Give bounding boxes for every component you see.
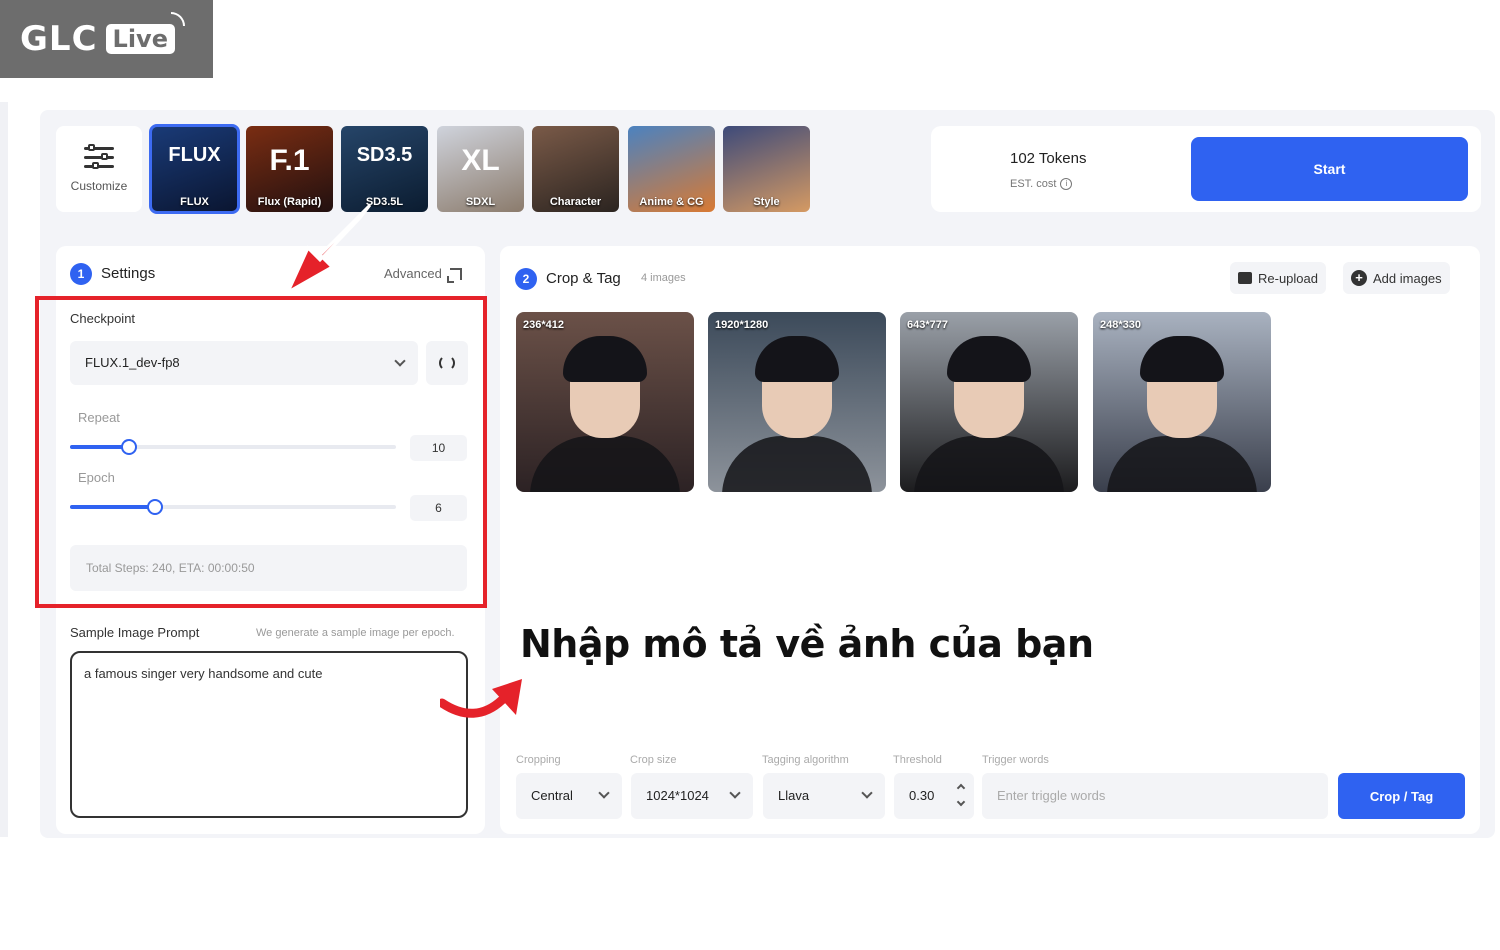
model-logo: SD3.5 bbox=[356, 144, 413, 166]
customize-button[interactable]: Customize bbox=[56, 126, 142, 212]
portrait-hair bbox=[947, 336, 1031, 382]
crop-tag-title: Crop & Tag bbox=[546, 270, 621, 287]
start-button[interactable]: Start bbox=[1191, 137, 1468, 201]
cropping-select[interactable]: Central bbox=[516, 773, 622, 819]
upload-icon bbox=[1238, 272, 1252, 284]
advanced-toggle[interactable]: Advanced bbox=[384, 266, 462, 283]
step-badge: 1 bbox=[70, 263, 92, 285]
model-label: Character bbox=[549, 196, 602, 208]
wifi-icon bbox=[170, 12, 185, 26]
annotation-caption: Nhập mô tả về ảnh của bạn bbox=[520, 622, 1094, 666]
threshold-label: Threshold bbox=[893, 754, 942, 766]
model-tile[interactable]: Character bbox=[532, 126, 619, 212]
image-thumbnail[interactable]: 236*412 bbox=[516, 312, 694, 492]
highlight-annotation bbox=[35, 296, 487, 608]
watermark-logo: GLC Live bbox=[0, 0, 213, 78]
annotation-arrow-icon bbox=[284, 203, 372, 296]
reupload-button[interactable]: Re-upload bbox=[1230, 262, 1326, 294]
page-edge bbox=[0, 102, 8, 837]
tagging-select[interactable]: Llava bbox=[763, 773, 885, 819]
est-cost: EST. cost i bbox=[1010, 178, 1073, 190]
image-thumbnail[interactable]: 643*777 bbox=[900, 312, 1078, 492]
chevron-down-icon[interactable] bbox=[956, 797, 966, 807]
curved-arrow-icon bbox=[440, 679, 522, 718]
token-count: 102 Tokens bbox=[1010, 150, 1087, 167]
customize-label: Customize bbox=[70, 179, 128, 193]
model-logo: F.1 bbox=[269, 144, 310, 177]
image-dimensions: 643*777 bbox=[907, 319, 948, 331]
model-tile[interactable]: FLUX FLUX bbox=[149, 124, 240, 214]
image-dimensions: 248*330 bbox=[1100, 319, 1141, 331]
settings-title: Settings bbox=[101, 265, 156, 282]
portrait-body bbox=[530, 436, 680, 492]
chevron-down-icon bbox=[861, 787, 873, 799]
model-tile[interactable]: XL SDXL bbox=[437, 126, 524, 212]
image-count: 4 images bbox=[641, 272, 686, 284]
logo-brand: GLC bbox=[20, 19, 98, 59]
threshold-input[interactable]: 0.30 bbox=[894, 773, 974, 819]
trigger-words-input[interactable]: Enter triggle words bbox=[982, 773, 1328, 819]
model-label: Style bbox=[753, 196, 780, 208]
image-thumbnail[interactable]: 1920*1280 bbox=[708, 312, 886, 492]
plus-icon: + bbox=[1351, 270, 1367, 286]
trigger-words-label: Trigger words bbox=[982, 754, 1049, 766]
chevron-up-icon[interactable] bbox=[956, 783, 966, 793]
sample-prompt-label: Sample Image Prompt bbox=[70, 625, 200, 640]
model-label: SDXL bbox=[465, 196, 496, 208]
cropping-label: Cropping bbox=[516, 754, 561, 766]
sample-prompt-input[interactable]: a famous singer very handsome and cute bbox=[70, 651, 468, 818]
logo-badge: Live bbox=[105, 12, 185, 54]
step-badge: 2 bbox=[515, 268, 537, 290]
model-label: Anime & CG bbox=[639, 196, 704, 208]
expand-icon bbox=[446, 267, 462, 283]
model-label: FLUX bbox=[180, 196, 209, 208]
model-tile[interactable]: Style bbox=[723, 126, 810, 212]
portrait-body bbox=[722, 436, 872, 492]
crop-tag-button[interactable]: Crop / Tag bbox=[1338, 773, 1465, 819]
info-icon[interactable]: i bbox=[1060, 178, 1073, 190]
tagging-label: Tagging algorithm bbox=[762, 754, 849, 766]
model-logo: XL bbox=[461, 144, 500, 177]
crop-size-select[interactable]: 1024*1024 bbox=[631, 773, 753, 819]
model-tile[interactable]: Anime & CG bbox=[628, 126, 715, 212]
portrait-hair bbox=[1140, 336, 1224, 382]
portrait-body bbox=[914, 436, 1064, 492]
image-dimensions: 236*412 bbox=[523, 319, 564, 331]
portrait-hair bbox=[755, 336, 839, 382]
image-thumbnail[interactable]: 248*330 bbox=[1093, 312, 1271, 492]
image-dimensions: 1920*1280 bbox=[715, 319, 769, 331]
add-images-button[interactable]: + Add images bbox=[1343, 262, 1450, 294]
portrait-hair bbox=[563, 336, 647, 382]
portrait-body bbox=[1107, 436, 1257, 492]
sliders-icon bbox=[84, 144, 114, 171]
crop-size-label: Crop size bbox=[630, 754, 677, 766]
chevron-down-icon bbox=[729, 787, 741, 799]
sample-prompt-hint: We generate a sample image per epoch. bbox=[256, 627, 455, 639]
chevron-down-icon bbox=[598, 787, 610, 799]
model-logo: FLUX bbox=[168, 144, 221, 166]
